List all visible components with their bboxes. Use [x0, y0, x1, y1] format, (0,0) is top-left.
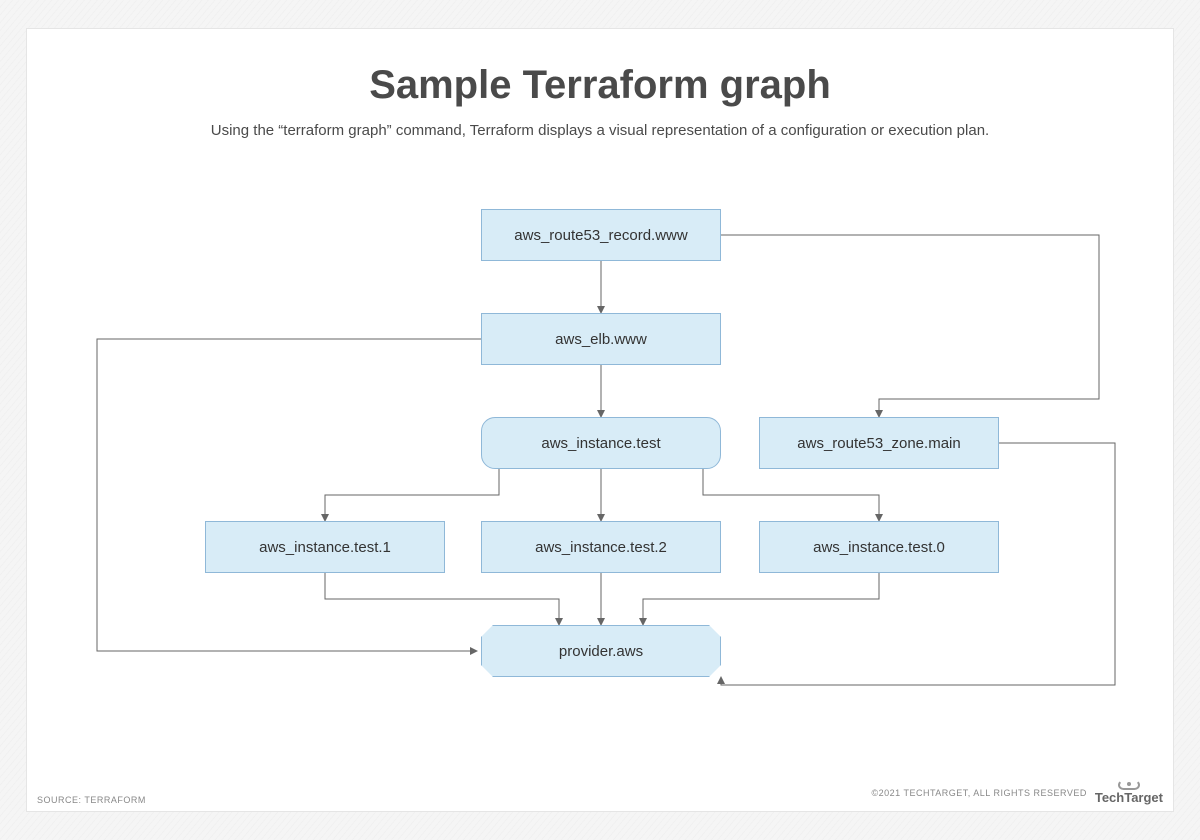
- brand-logo-icon: TechTarget: [1095, 780, 1163, 805]
- node-instance-test: aws_instance.test: [481, 417, 721, 469]
- node-label: aws_instance.test: [541, 435, 660, 452]
- footer-source: SOURCE: TERRAFORM: [37, 795, 146, 805]
- node-elb: aws_elb.www: [481, 313, 721, 365]
- footer-copyright: ©2021 TECHTARGET, ALL RIGHTS RESERVED: [871, 788, 1086, 798]
- node-provider: provider.aws: [481, 625, 721, 677]
- diagram-canvas: aws_route53_record.www aws_elb.www aws_i…: [27, 179, 1173, 771]
- footer-brand: ©2021 TECHTARGET, ALL RIGHTS RESERVED Te…: [871, 780, 1163, 805]
- node-route53-zone: aws_route53_zone.main: [759, 417, 999, 469]
- node-label: aws_instance.test.2: [535, 539, 667, 556]
- diagram-title: Sample Terraform graph: [27, 29, 1173, 108]
- node-instance-test-1: aws_instance.test.1: [205, 521, 445, 573]
- diagram-subtitle: Using the “terraform graph” command, Ter…: [27, 122, 1173, 139]
- diagram-edges: [27, 179, 1173, 771]
- diagram-card: Sample Terraform graph Using the “terraf…: [26, 28, 1174, 812]
- node-route53-record: aws_route53_record.www: [481, 209, 721, 261]
- node-label: aws_instance.test.0: [813, 539, 945, 556]
- diagram-footer: SOURCE: TERRAFORM ©2021 TECHTARGET, ALL …: [37, 780, 1163, 805]
- node-label: provider.aws: [559, 643, 643, 660]
- node-label: aws_elb.www: [555, 331, 647, 348]
- node-label: aws_route53_record.www: [514, 227, 687, 244]
- node-instance-test-0: aws_instance.test.0: [759, 521, 999, 573]
- brand-name: TechTarget: [1095, 790, 1163, 805]
- node-instance-test-2: aws_instance.test.2: [481, 521, 721, 573]
- node-label: aws_route53_zone.main: [797, 435, 960, 452]
- node-label: aws_instance.test.1: [259, 539, 391, 556]
